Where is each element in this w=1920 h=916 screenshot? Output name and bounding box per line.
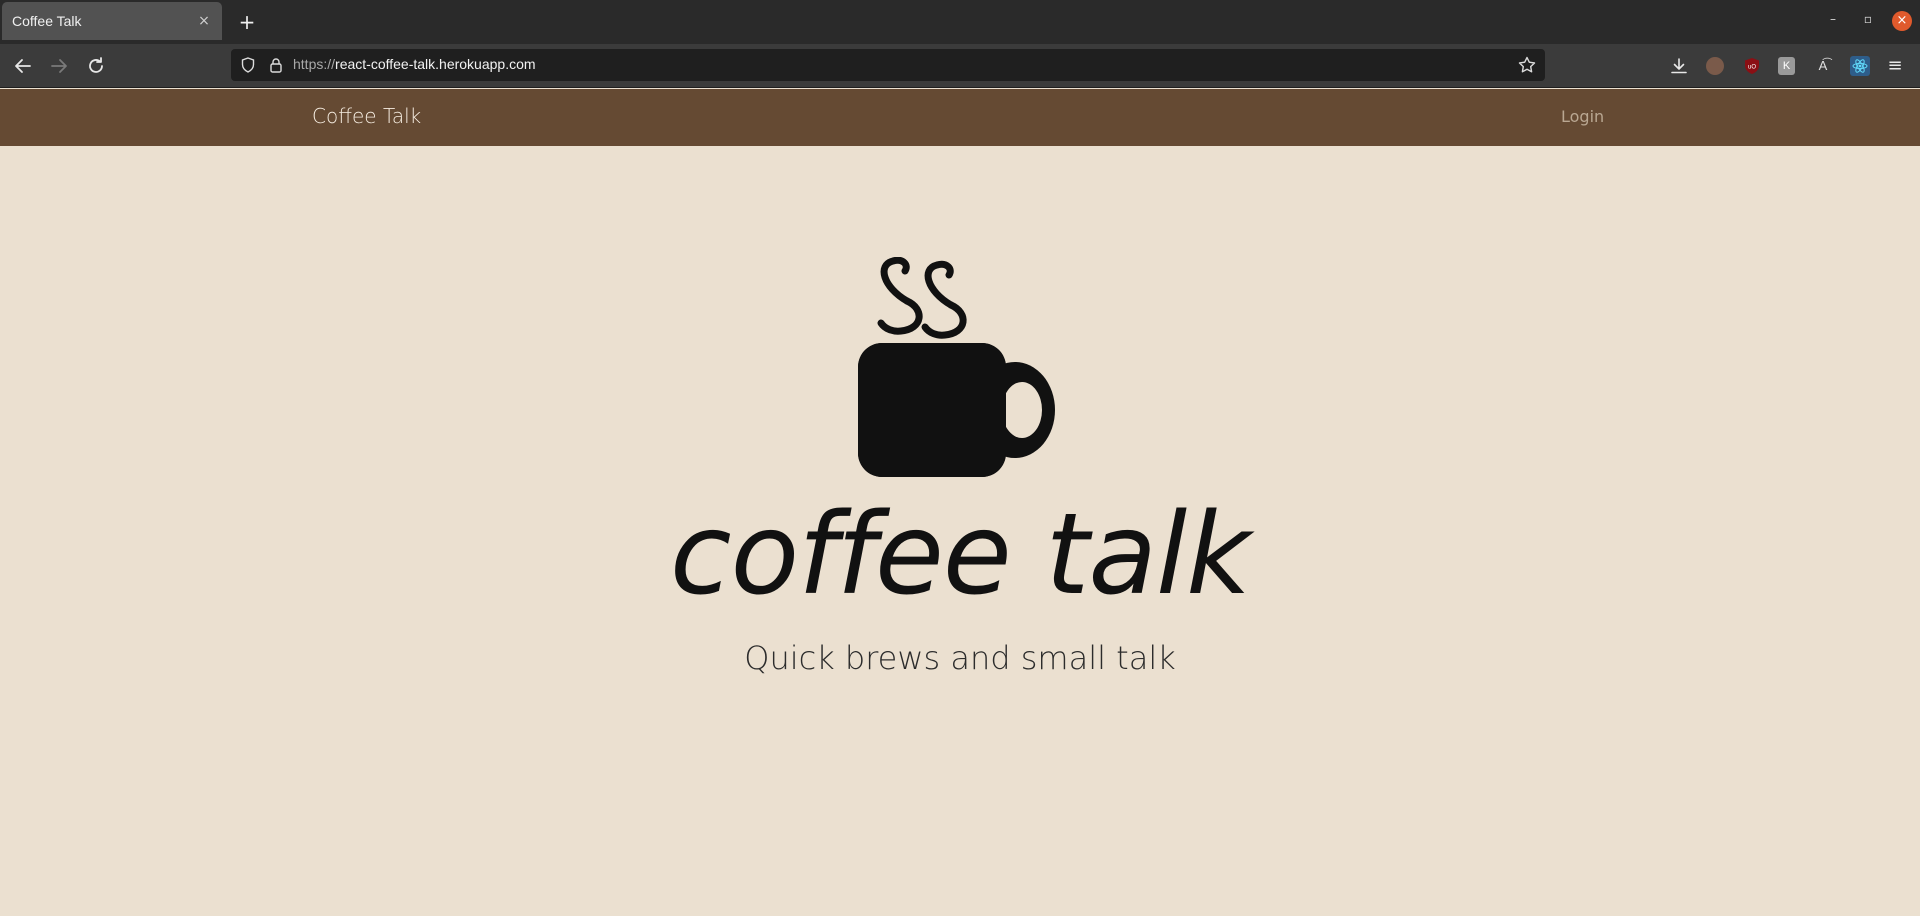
shield-icon[interactable]: [239, 56, 257, 74]
react-devtools-icon[interactable]: [1850, 56, 1870, 76]
browser-tab[interactable]: Coffee Talk ×: [2, 2, 222, 40]
url-scheme: https://: [293, 56, 336, 72]
bookmark-star-icon[interactable]: [1517, 55, 1537, 75]
address-bar[interactable]: https://react-coffee-talk.herokuapp.com: [231, 49, 1545, 81]
brand-link[interactable]: Coffee Talk: [312, 104, 421, 128]
hero-tagline: Quick brews and small talk: [744, 639, 1176, 677]
url-text: https://react-coffee-talk.herokuapp.com: [293, 56, 536, 72]
forward-arrow-icon[interactable]: [47, 54, 71, 78]
browser-nav-bar: https://react-coffee-talk.herokuapp.com …: [0, 44, 1920, 88]
ublock-icon[interactable]: uO: [1742, 56, 1762, 76]
coffee-cup-icon: [858, 257, 1055, 477]
hero-wordmark: coffee talk: [670, 490, 1251, 620]
back-arrow-icon[interactable]: [11, 54, 35, 78]
url-host: react-coffee-talk.herokuapp.com: [335, 56, 536, 72]
login-link[interactable]: Login: [1561, 107, 1604, 126]
reload-icon[interactable]: [84, 54, 108, 78]
site-header: Coffee Talk Login: [0, 89, 1920, 146]
tab-close-icon[interactable]: ×: [196, 13, 212, 29]
svg-text:uO: uO: [1748, 65, 1756, 71]
translate-icon[interactable]: A͡: [1813, 56, 1833, 76]
browser-tab-strip: Coffee Talk × + – ▫ ×: [0, 0, 1920, 44]
lock-icon[interactable]: [267, 56, 285, 74]
new-tab-button[interactable]: +: [236, 10, 258, 34]
extension-k-icon[interactable]: K: [1778, 57, 1795, 75]
download-icon[interactable]: [1669, 56, 1689, 76]
hamburger-menu-icon[interactable]: ≡: [1885, 56, 1905, 76]
window-close-button[interactable]: ×: [1892, 11, 1912, 31]
tab-title: Coffee Talk: [12, 13, 82, 29]
window-minimize-button[interactable]: –: [1825, 12, 1841, 32]
profile-avatar-icon[interactable]: [1706, 57, 1724, 75]
window-maximize-button[interactable]: ▫: [1860, 12, 1876, 32]
